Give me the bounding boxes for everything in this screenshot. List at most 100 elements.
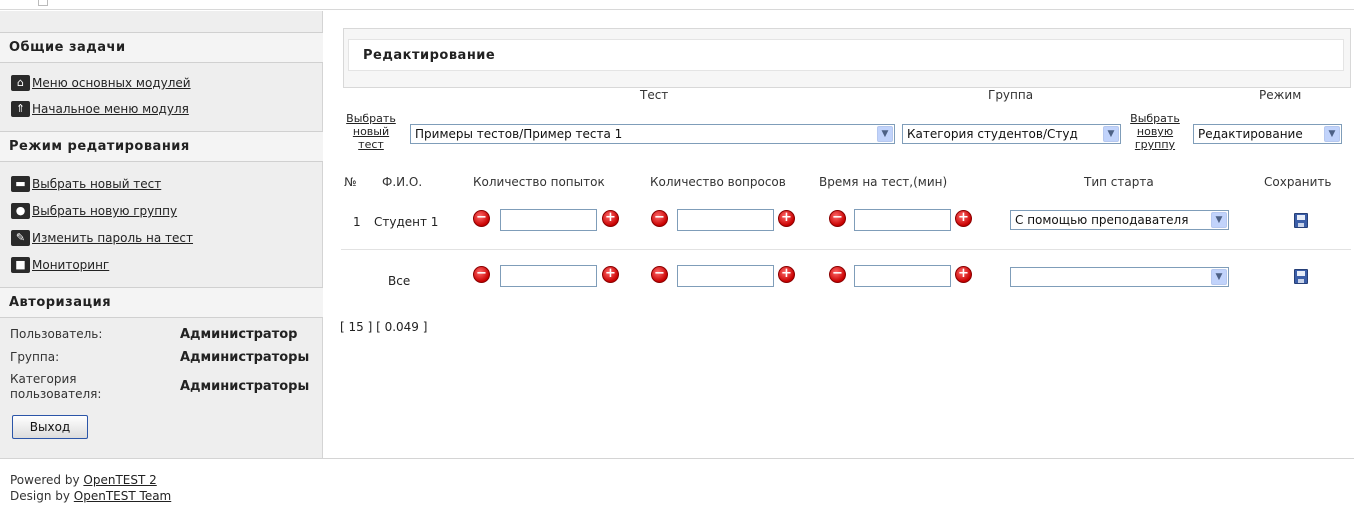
pencil-icon: ✎ xyxy=(11,230,30,246)
choose-group-link-line2: новую xyxy=(1136,125,1174,138)
sidebar-link-module-menu[interactable]: ⇑ Начальное меню модуля xyxy=(11,99,189,119)
sidebar-link-label[interactable]: Выбрать новый тест xyxy=(32,177,161,191)
sidebar-link-label[interactable]: Изменить пароль на тест xyxy=(32,231,193,245)
save-icon[interactable] xyxy=(1294,213,1308,228)
col-header-save: Сохранить xyxy=(1264,175,1332,189)
category-label-2: пользователя: xyxy=(10,387,102,401)
choose-test-link-line1: Выбрать xyxy=(346,112,396,125)
choose-test-link-line2: новый xyxy=(352,125,390,138)
sidebar-link-label[interactable]: Начальное меню модуля xyxy=(32,102,189,116)
time-input[interactable] xyxy=(854,265,951,287)
top-strip xyxy=(0,0,1354,10)
col-header-name: Ф.И.О. xyxy=(382,175,423,189)
chevron-down-icon[interactable]: ▼ xyxy=(877,126,893,142)
sidebar-link-choose-test[interactable]: ▬ Выбрать новый тест xyxy=(11,174,161,194)
chevron-down-icon[interactable]: ▼ xyxy=(1211,269,1227,285)
row-name: Студент 1 xyxy=(374,215,439,229)
opentest-team-link[interactable]: OpenTEST Team xyxy=(74,489,171,503)
user-row: Пользователь: Администратор xyxy=(10,327,320,345)
attempts-plus-icon[interactable]: + xyxy=(602,210,619,227)
auth-title: Авторизация xyxy=(0,287,323,318)
time-plus-icon[interactable]: + xyxy=(955,210,972,227)
category-label-1: Категория xyxy=(10,372,77,386)
powered-prefix: Powered by xyxy=(10,473,80,487)
questions-input[interactable] xyxy=(677,209,774,231)
choose-group-link-line3: группу xyxy=(1134,138,1176,151)
group-value: Администраторы xyxy=(180,350,310,365)
home-icon: ⌂ xyxy=(11,75,30,91)
questions-minus-icon[interactable]: − xyxy=(651,210,668,227)
mode-column-label: Режим xyxy=(1259,88,1302,102)
group-select[interactable]: Категория студентов/Студ ▼ xyxy=(902,124,1121,144)
common-tasks-title: Общие задачи xyxy=(0,32,323,63)
mode-select[interactable]: Редактирование ▼ xyxy=(1193,124,1342,144)
test-column-label: Тест xyxy=(640,88,669,102)
group-select-value: Категория студентов/Студ xyxy=(907,127,1078,141)
arrow-up-icon: ⇑ xyxy=(11,101,30,117)
row-name: Все xyxy=(388,274,411,288)
time-minus-icon[interactable]: − xyxy=(829,210,846,227)
start-type-select[interactable]: ▼ xyxy=(1010,267,1229,287)
category-value: Администраторы xyxy=(180,379,310,394)
main-content: Редактирование xyxy=(324,11,1354,458)
test-select[interactable]: Примеры тестов/Пример теста 1 ▼ xyxy=(410,124,895,144)
sidebar-link-monitoring[interactable]: ■ Мониторинг xyxy=(11,255,109,275)
category-row: Категория пользователя: Администраторы xyxy=(10,372,320,404)
group-row: Группа: Администраторы xyxy=(10,350,320,368)
sidebar-link-label[interactable]: Меню основных модулей xyxy=(32,76,191,90)
attempts-input[interactable] xyxy=(500,265,597,287)
col-header-num: № xyxy=(344,175,357,189)
edit-mode-title: Режим редатирования xyxy=(0,131,323,162)
sidebar-link-change-password[interactable]: ✎ Изменить пароль на тест xyxy=(11,228,193,248)
user-value: Администратор xyxy=(180,327,298,342)
section-header: Редактирование xyxy=(343,28,1351,88)
sidebar: Общие задачи ⌂ Меню основных модулей ⇑ Н… xyxy=(0,11,323,458)
group-label: Группа: xyxy=(10,350,60,364)
sidebar-link-choose-group[interactable]: ● Выбрать новую группу xyxy=(11,201,177,221)
time-minus-icon[interactable]: − xyxy=(829,266,846,283)
col-header-time: Время на тест,(мин) xyxy=(819,175,948,189)
row-divider xyxy=(341,249,1351,250)
questions-plus-icon[interactable]: + xyxy=(778,266,795,283)
questions-input[interactable] xyxy=(677,265,774,287)
page-title: Редактирование xyxy=(348,39,1344,71)
group-column-label: Группа xyxy=(988,88,1034,102)
design-prefix: Design by xyxy=(10,489,70,503)
attempts-minus-icon[interactable]: − xyxy=(473,266,490,283)
attempts-input[interactable] xyxy=(500,209,597,231)
row-num: 1 xyxy=(353,215,361,229)
test-select-value: Примеры тестов/Пример теста 1 xyxy=(415,127,623,141)
time-input[interactable] xyxy=(854,209,951,231)
attempts-plus-icon[interactable]: + xyxy=(602,266,619,283)
powered-by: Powered by OpenTEST 2 xyxy=(10,473,157,487)
col-header-attempts: Количество попыток xyxy=(473,175,605,189)
top-glyph-icon xyxy=(38,0,48,6)
stats-text: [ 15 ] [ 0.049 ] xyxy=(340,320,428,334)
save-icon[interactable] xyxy=(1294,269,1308,284)
chevron-down-icon[interactable]: ▼ xyxy=(1103,126,1119,142)
time-plus-icon[interactable]: + xyxy=(955,266,972,283)
user-icon: ● xyxy=(11,203,30,219)
sidebar-link-label[interactable]: Выбрать новую группу xyxy=(32,204,177,218)
choose-test-link[interactable]: Выбрать новый тест xyxy=(342,112,400,151)
choose-test-link-line3: тест xyxy=(358,138,384,151)
chevron-down-icon[interactable]: ▼ xyxy=(1324,126,1340,142)
start-type-select[interactable]: С помощью преподавателя ▼ xyxy=(1010,210,1229,230)
questions-plus-icon[interactable]: + xyxy=(778,210,795,227)
attempts-minus-icon[interactable]: − xyxy=(473,210,490,227)
footer-divider xyxy=(0,458,1354,459)
col-header-start-type: Тип старта xyxy=(1084,175,1154,189)
choose-group-link[interactable]: Выбрать новую группу xyxy=(1125,112,1185,151)
col-header-questions: Количество вопросов xyxy=(650,175,786,189)
opentest-link[interactable]: OpenTEST 2 xyxy=(83,473,156,487)
folder-icon: ▬ xyxy=(11,176,30,192)
logout-button[interactable]: Выход xyxy=(12,415,88,439)
questions-minus-icon[interactable]: − xyxy=(651,266,668,283)
choose-group-link-line1: Выбрать xyxy=(1130,112,1180,125)
mode-select-value: Редактирование xyxy=(1198,127,1303,141)
chevron-down-icon[interactable]: ▼ xyxy=(1211,212,1227,228)
design-by: Design by OpenTEST Team xyxy=(10,489,171,503)
camera-icon: ■ xyxy=(11,257,30,273)
sidebar-link-label[interactable]: Мониторинг xyxy=(32,258,109,272)
sidebar-link-main-menu[interactable]: ⌂ Меню основных модулей xyxy=(11,73,191,93)
